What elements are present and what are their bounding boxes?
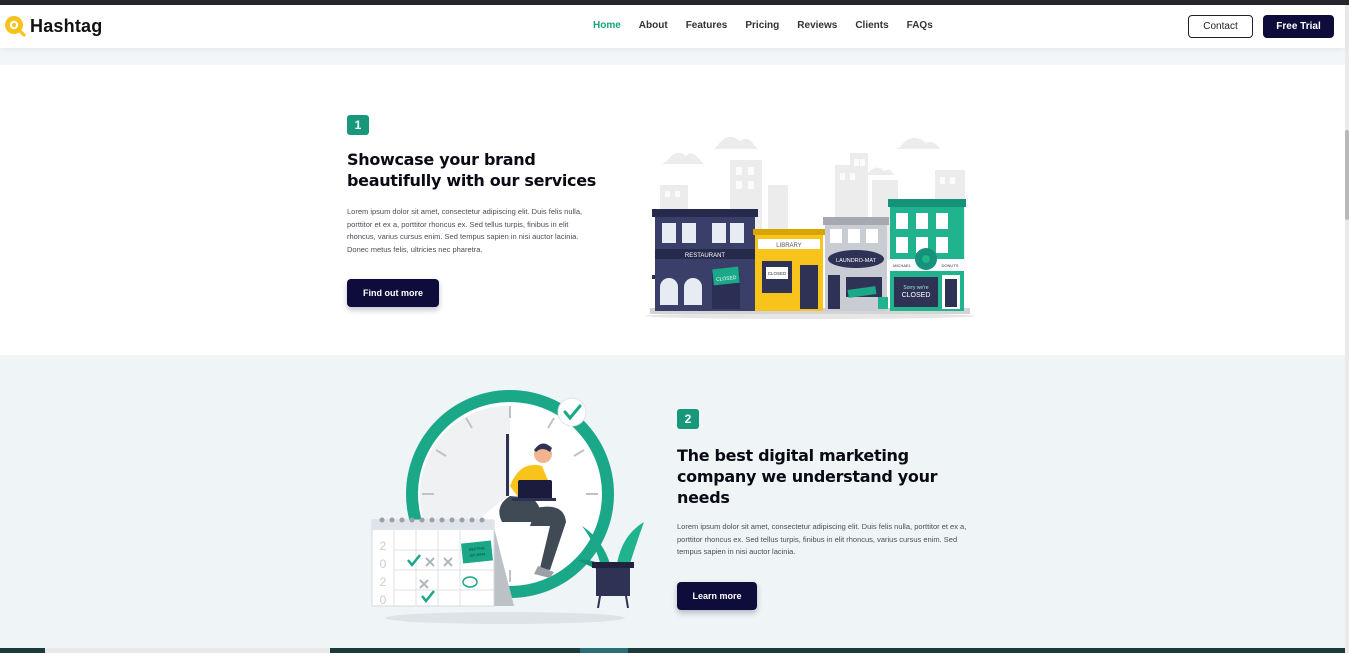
logo[interactable]: Hashtag <box>4 15 102 37</box>
feature-section-1: 1 Showcase your brand beautifully with o… <box>0 65 1345 355</box>
closed-sign-library: CLOSED <box>768 271 787 276</box>
free-trial-button[interactable]: Free Trial <box>1263 15 1334 38</box>
nav-menu: Home About Features Pricing Reviews Clie… <box>593 20 933 31</box>
section-2-heading: The best digital marketing company we un… <box>677 446 938 507</box>
contact-button[interactable]: Contact <box>1188 15 1253 38</box>
donuts-sign: DONUTS <box>942 263 959 268</box>
preview-image <box>580 648 628 653</box>
navbar: Hashtag Home About Features Pricing Revi… <box>0 5 1345 48</box>
nav-link-about[interactable]: About <box>639 20 668 31</box>
feature-section-2: 2 0 2 0 MEETING 10h 30AM 2 The best digi… <box>0 355 1345 648</box>
section-1-body: Lorem ipsum dolor sit amet, consectetur … <box>347 207 583 254</box>
sorry-sign-text: Sorry we're <box>903 285 928 291</box>
preview-image <box>45 648 330 653</box>
time-management-illustration: 2 0 2 0 MEETING 10h 30AM <box>371 390 644 624</box>
step-badge-1: 1 <box>347 115 369 135</box>
step-badge-2: 2 <box>677 409 699 429</box>
nav-link-clients[interactable]: Clients <box>855 20 888 31</box>
next-section-preview <box>0 648 1345 653</box>
laundromat-sign: LAUNDRO-MAT <box>836 258 877 264</box>
library-sign: LIBRARY <box>776 243 802 249</box>
brand-name: Hashtag <box>30 15 103 36</box>
nav-link-pricing[interactable]: Pricing <box>745 20 779 31</box>
nav-link-reviews[interactable]: Reviews <box>797 20 837 31</box>
nav-link-features[interactable]: Features <box>686 20 728 31</box>
page-scrollbar[interactable] <box>1345 5 1349 653</box>
nav-link-home[interactable]: Home <box>593 20 621 31</box>
calendar-year-digit-4: 0 <box>380 593 387 607</box>
section-1-heading: Showcase your brand beautifully with our… <box>347 150 597 190</box>
find-out-more-button[interactable]: Find out more <box>347 279 439 307</box>
michael-sign: MICHAEL <box>893 263 912 268</box>
section-2-body: Lorem ipsum dolor sit amet, consectetur … <box>677 522 967 556</box>
sorry-closed-text: CLOSED <box>902 292 931 299</box>
calendar-year-digit-2: 0 <box>380 557 387 571</box>
scrollbar-thumb[interactable] <box>1345 130 1349 220</box>
storefront-illustration: RESTAURANT CLOSED LIBRARY CLOSED LAUNDRO… <box>645 136 975 319</box>
nav-link-faqs[interactable]: FAQs <box>907 20 933 31</box>
section-divider <box>0 48 1345 65</box>
calendar-year-digit-1: 2 <box>380 539 387 553</box>
learn-more-button[interactable]: Learn more <box>677 582 757 610</box>
calendar-year-digit-3: 2 <box>380 575 387 589</box>
restaurant-sign: RESTAURANT <box>685 253 726 259</box>
logo-icon <box>5 16 26 37</box>
